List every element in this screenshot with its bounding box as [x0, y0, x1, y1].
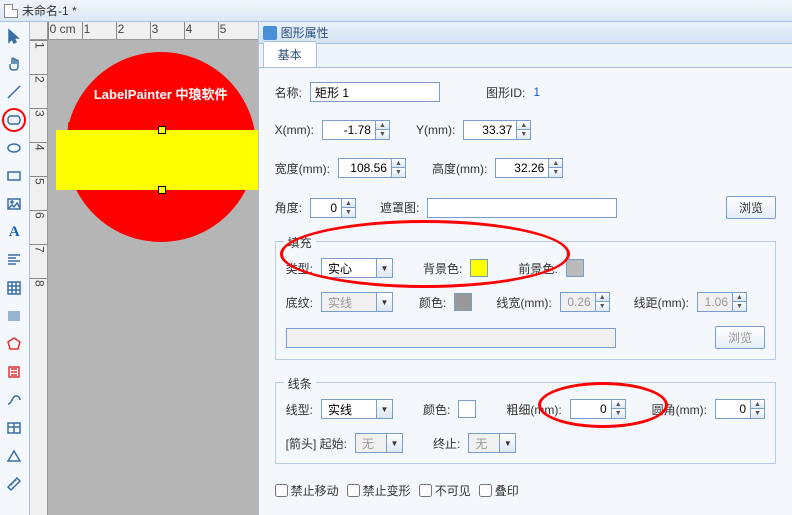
thickness-label: 粗细(mm): [506, 401, 561, 418]
angle-spinner[interactable]: ▲▼ [310, 198, 356, 218]
linecolor-label: 颜色: [423, 401, 450, 418]
fgcolor-label: 前景色: [518, 260, 557, 277]
lock-move-checkbox[interactable]: 禁止移动 [275, 482, 339, 499]
selection-handle-top[interactable] [158, 126, 166, 134]
properties-panel: 图形属性 基本 名称: 图形ID: 1 X(mm): ▲▼ Y(mm): ▲▼ … [258, 22, 792, 515]
pointer-tool[interactable] [2, 24, 26, 48]
y-spinner[interactable]: ▲▼ [463, 120, 531, 140]
angle-label: 角度: [275, 199, 302, 216]
linecolor-swatch[interactable] [458, 400, 476, 418]
polygon-tool[interactable] [2, 332, 26, 356]
arrow-end-combo: 无▼ [468, 433, 516, 453]
chevron-down-icon: ▼ [376, 400, 392, 418]
round-spinner[interactable]: ▲▼ [715, 399, 765, 419]
thickness-spinner[interactable]: ▲▼ [570, 399, 626, 419]
selection-handle-bottom[interactable] [158, 186, 166, 194]
arrow-start-label: [箭头] 起始: [286, 435, 347, 452]
document-title: 未命名-1 * [22, 2, 77, 19]
rounded-rect-tool[interactable] [2, 108, 26, 132]
pattern-color-swatch [454, 293, 472, 311]
fgcolor-swatch[interactable] [566, 259, 584, 277]
name-label: 名称: [275, 84, 302, 101]
width-label: 宽度(mm): [275, 160, 330, 177]
panel-icon [263, 26, 277, 40]
mask-input[interactable] [427, 198, 617, 218]
image-tool[interactable] [2, 192, 26, 216]
pattern-combo: 实线▼ [321, 292, 393, 312]
ruler-corner [30, 22, 48, 40]
linedist-spinner: ▲▼ [697, 292, 747, 312]
x-spinner[interactable]: ▲▼ [322, 120, 390, 140]
triangle-tool[interactable] [2, 444, 26, 468]
stamp-tool[interactable] [2, 360, 26, 384]
document-icon [4, 4, 18, 18]
measure-tool[interactable] [2, 472, 26, 496]
text-tool[interactable]: A [2, 220, 26, 244]
tab-basic[interactable]: 基本 [263, 41, 317, 67]
canvas-area: 0 cm12345 12345678 LabelPainter 中琅软件 [30, 22, 258, 515]
bgcolor-swatch[interactable] [470, 259, 488, 277]
height-spinner[interactable]: ▲▼ [495, 158, 563, 178]
graphic-id-value: 1 [533, 85, 540, 99]
arrow-start-combo: 无▼ [355, 433, 403, 453]
rect-tool[interactable] [2, 164, 26, 188]
bgcolor-label: 背景色: [423, 260, 462, 277]
label-text[interactable]: LabelPainter 中琅软件 [76, 84, 246, 103]
linewidth-label: 线宽(mm): [496, 294, 551, 311]
lock-transform-checkbox[interactable]: 禁止变形 [347, 482, 411, 499]
yellow-rect-shape[interactable] [56, 130, 258, 190]
align-left-tool[interactable] [2, 248, 26, 272]
graphic-id-label: 图形ID: [486, 84, 525, 101]
invisible-checkbox[interactable]: 不可见 [419, 482, 471, 499]
fill-type-label: 类型: [286, 260, 313, 277]
linestyle-label: 线型: [286, 401, 313, 418]
browse-fill-button: 浏览 [715, 326, 765, 349]
ruler-horizontal: 0 cm12345 [48, 22, 258, 40]
fill-type-combo[interactable]: 实心▼ [321, 258, 393, 278]
grid-tool[interactable] [2, 276, 26, 300]
title-bar: 未命名-1 * [0, 0, 792, 22]
chevron-down-icon: ▼ [376, 259, 392, 277]
panel-tabs: 基本 [259, 44, 792, 68]
curve-tool[interactable] [2, 388, 26, 412]
overprint-checkbox[interactable]: 叠印 [479, 482, 519, 499]
canvas[interactable]: LabelPainter 中琅软件 [48, 40, 258, 515]
linewidth-spinner: ▲▼ [560, 292, 610, 312]
y-label: Y(mm): [416, 123, 455, 137]
fill-fieldset: 填充 类型: 实心▼ 背景色: 前景色: 底纹: 实线▼ 颜色: [275, 241, 776, 360]
line-tool[interactable] [2, 80, 26, 104]
fill-legend: 填充 [284, 234, 316, 251]
ellipse-tool[interactable] [2, 136, 26, 160]
x-label: X(mm): [275, 123, 314, 137]
tool-palette: A [0, 22, 30, 515]
pattern-color-label: 颜色: [419, 294, 446, 311]
pattern-label: 底纹: [286, 294, 313, 311]
linestyle-combo[interactable]: 实线▼ [321, 399, 393, 419]
round-label: 圆角(mm): [652, 401, 707, 418]
barcode-tool[interactable] [2, 304, 26, 328]
hand-tool[interactable] [2, 52, 26, 76]
arrow-end-label: 终止: [433, 435, 460, 452]
line-fieldset: 线条 线型: 实线▼ 颜色: 粗细(mm): ▲▼ 圆角(mm): ▲▼ [箭头… [275, 382, 776, 464]
linedist-label: 线距(mm): [634, 294, 689, 311]
browse-mask-button[interactable]: 浏览 [726, 196, 776, 219]
table-tool[interactable] [2, 416, 26, 440]
panel-title: 图形属性 [281, 24, 329, 41]
line-legend: 线条 [284, 375, 316, 392]
ruler-vertical: 12345678 [30, 40, 48, 515]
name-input[interactable] [310, 82, 440, 102]
panel-header: 图形属性 [259, 22, 792, 44]
fill-path-input [286, 328, 616, 348]
width-spinner[interactable]: ▲▼ [338, 158, 406, 178]
mask-label: 遮罩图: [380, 199, 419, 216]
height-label: 高度(mm): [432, 160, 487, 177]
